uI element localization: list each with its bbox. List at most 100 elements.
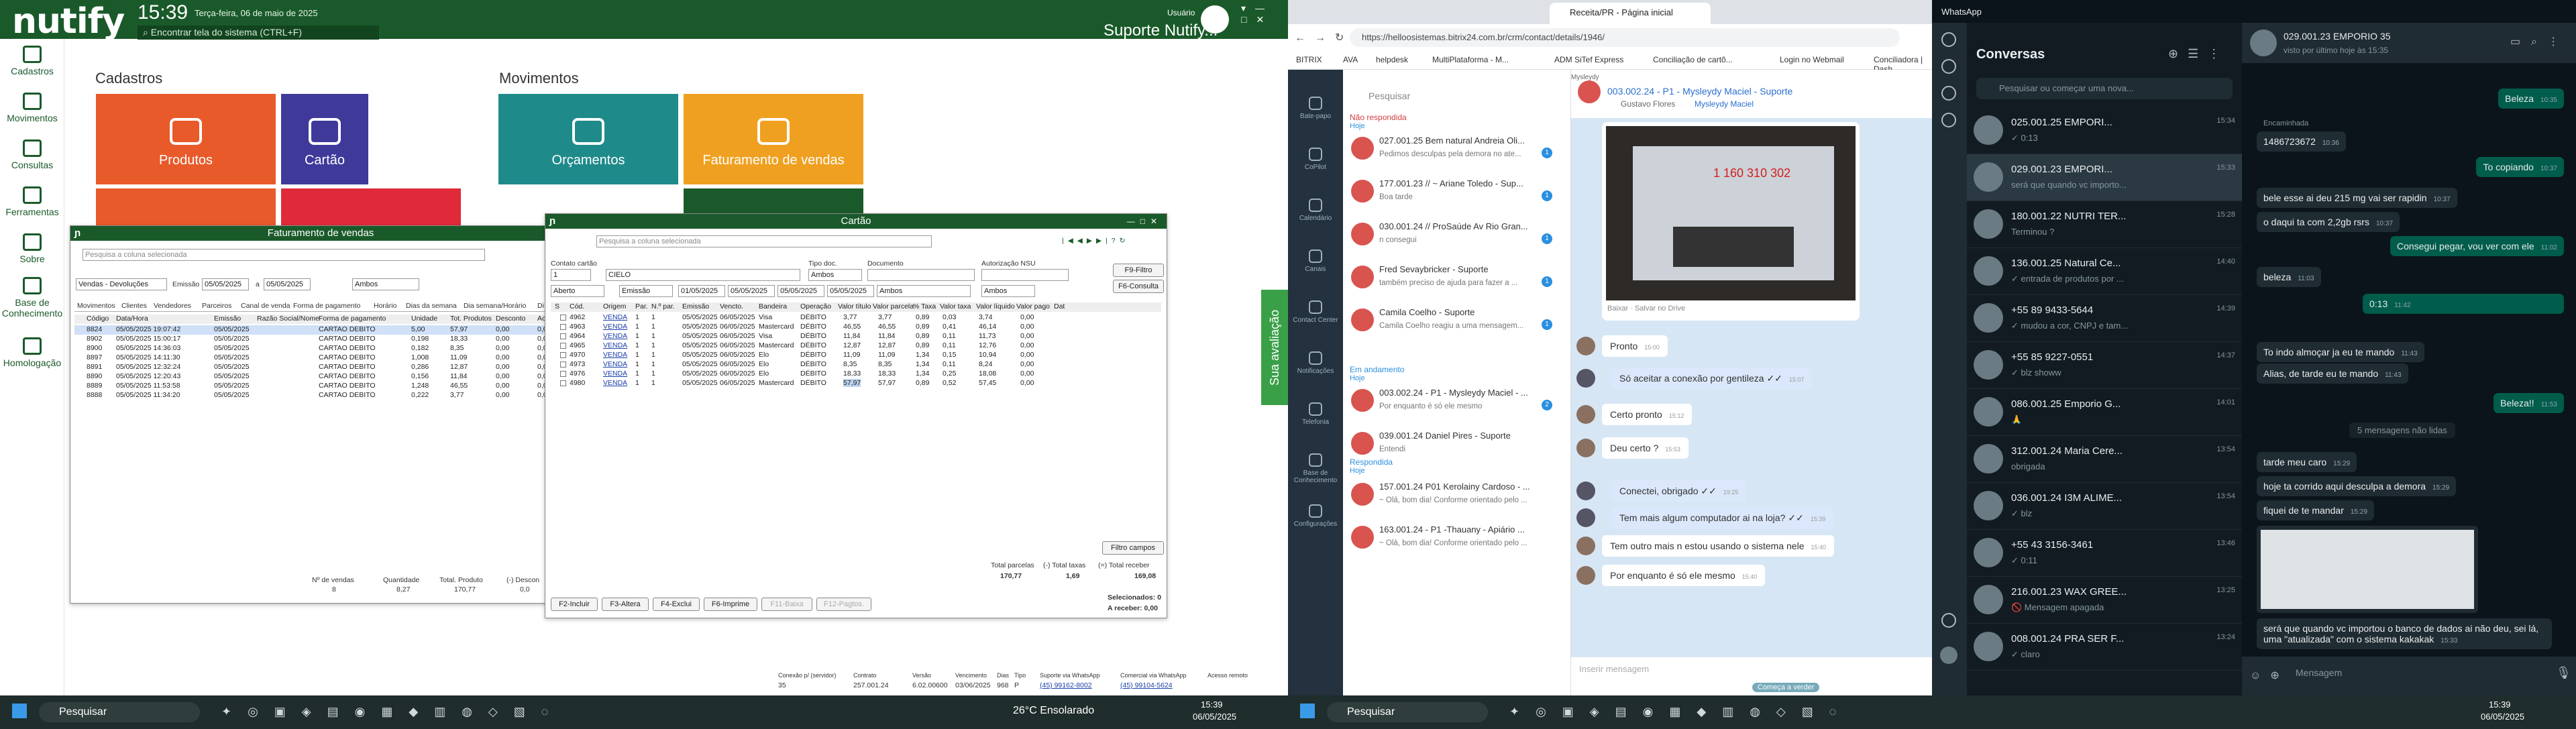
tab-forma-pagto[interactable]: Forma de pagamento	[293, 302, 360, 310]
table-row[interactable]: 4970 VENDA 1 1 05/05/2025 06/05/2025 Elo DÉBITO…	[551, 351, 1161, 360]
pinned-apps[interactable]: ✦◎▣◈▤◉▦◆▥◍◇▧◌	[1509, 705, 1979, 720]
col-header[interactable]: Valor pago	[1016, 302, 1050, 311]
imprime-button[interactable]: F6-Imprime	[704, 598, 757, 611]
tile-faturamento[interactable]: Faturamento de vendas	[684, 94, 863, 184]
table-row[interactable]: 4964 VENDA 1 1 05/05/2025 06/05/2025 Visa DÉBIT…	[551, 332, 1161, 341]
consulta-button[interactable]: F6-Consulta	[1113, 280, 1164, 293]
table-row[interactable]: 4962 VENDA 1 1 05/05/2025 06/05/2025 Visa DÉBIT…	[551, 313, 1161, 323]
window-controls[interactable]: ▾—□✕	[1241, 3, 1288, 25]
col-header[interactable]: Valor título	[838, 302, 871, 311]
taskbar-search[interactable]: Pesquisar	[39, 702, 200, 722]
nav-movimentos[interactable]: Movimentos	[0, 93, 64, 123]
table-row[interactable]: 8891 05/05/2025 12:32:24 05/05/2025 CARTAO …	[74, 363, 571, 372]
chat-message[interactable]: tarde meu caro 15:29	[2257, 452, 2357, 472]
bitrix-nav-item[interactable]: CoPilot	[1288, 148, 1343, 171]
mic-icon[interactable]: 🎙	[2556, 666, 2571, 680]
start-icon[interactable]	[12, 704, 27, 718]
row-checkbox[interactable]	[560, 380, 566, 386]
chat-message[interactable]: 0:13 11:42	[2363, 294, 2564, 314]
image-actions[interactable]: Baixar · Salvar no Drive	[1607, 304, 1685, 313]
row-checkbox[interactable]	[560, 343, 566, 349]
table-row[interactable]: 8890 05/05/2025 12:20:43 05/05/2025 CARTAO …	[74, 372, 571, 382]
nav-cadastros[interactable]: Cadastros	[0, 46, 64, 76]
filtro-campos-button[interactable]: Filtro campos	[1102, 541, 1164, 555]
row-checkbox[interactable]	[560, 361, 566, 368]
nav-buttons[interactable]: ←→↻	[1295, 31, 1353, 44]
bookmark-item[interactable]: Conciliação de cartõ...	[1653, 55, 1733, 64]
col-header[interactable]: N.º par.	[651, 302, 675, 311]
chat-message[interactable]: Conectei, obrigado ✓✓ 19:25	[1576, 480, 1747, 502]
message-input[interactable]: Inserir mensagem	[1579, 664, 1649, 674]
chat-message[interactable]: Só aceitar a conexão por gentileza ✓✓ 15:…	[1576, 368, 1813, 390]
comercial-link[interactable]: (45) 99104-5624	[1120, 681, 1173, 689]
filtro-button[interactable]: F9-Filtro	[1113, 264, 1164, 277]
nav-base-conhecimento[interactable]: Base de Conhecimento	[0, 277, 64, 319]
bookmark-item[interactable]: ADM SiTef Express	[1554, 55, 1623, 64]
bookmark-item[interactable]: AVA	[1343, 55, 1358, 64]
date-to[interactable]: 05/05/2025	[264, 278, 311, 290]
communities-icon[interactable]	[1941, 113, 1956, 127]
chat-list-item[interactable]: 008.001.24 PRA SER F... ✓ claro 13:24	[1967, 624, 2242, 671]
suporte-link[interactable]: (45) 99162-8002	[1040, 681, 1092, 689]
documento-input[interactable]	[867, 269, 975, 281]
chat-list-item[interactable]: 025.001.25 EMPORI... ✓ 0:13 15:34	[1967, 107, 2242, 154]
search-input[interactable]: Pesquisa a coluna selecionada	[596, 235, 932, 247]
aberto-select[interactable]: Aberto	[551, 285, 604, 297]
tab-dia-horario[interactable]: Dia semana/Horário	[464, 302, 526, 310]
table-row[interactable]: 4973 VENDA 1 1 05/05/2025 06/05/2025 Elo DÉBITO…	[551, 360, 1161, 370]
message-input[interactable]: Mensagem	[2296, 667, 2342, 678]
chat-message[interactable]: Beleza 10:35	[2498, 89, 2564, 109]
acesso-remoto[interactable]: Acesso remoto	[1208, 672, 1248, 679]
chat-list-item[interactable]: Camila Coelho - Suporte Camila Coelho rea…	[1343, 302, 1558, 345]
weather[interactable]: 26°C Ensolarado	[1013, 705, 1094, 717]
chat-list-item[interactable]: 312.001.24 Maria Cere... obrigada 13:54	[1967, 436, 2242, 483]
nav-arrows[interactable]: |◀◀▶▶|?↻	[1062, 237, 1129, 245]
chat-list-item[interactable]: 027.001.25 Bem natural Andreia Oli... Ped…	[1343, 130, 1558, 173]
incluir-button[interactable]: F2-Incluir	[551, 598, 598, 611]
nav-consultas[interactable]: Consultas	[0, 139, 64, 170]
emoji-attach-icons[interactable]: ☺⊕	[2250, 669, 2289, 682]
bookmark-item[interactable]: Login no Webmail	[1780, 55, 1844, 64]
start-icon[interactable]	[1300, 704, 1315, 718]
emissao-select[interactable]: Emissão	[619, 285, 673, 297]
photo[interactable]: 1 160 310 302	[1606, 126, 1856, 300]
chat-message[interactable]: será que quando vc importou o banco de d…	[2257, 618, 2552, 649]
bitrix-nav-item[interactable]: Base de Conhecimento	[1288, 453, 1343, 484]
pinned-apps[interactable]: ✦◎▣◈▤◉▦◆▥◍◇▧◌	[221, 705, 691, 720]
chat-list-item[interactable]: Fred Sevaybricker - Suporte também precis…	[1343, 259, 1558, 302]
type-select[interactable]: Vendas - Devoluções	[76, 278, 167, 290]
bitrix-nav-item[interactable]: Contact Center	[1288, 300, 1343, 324]
chat-message[interactable]: To copiando 10:37	[2476, 157, 2564, 177]
date-3[interactable]: 05/05/2025	[777, 285, 824, 297]
contato-name[interactable]: CIELO	[606, 269, 800, 281]
tipo-doc-select[interactable]: Ambos	[808, 269, 862, 281]
chat-message[interactable]: Deu certo ? 15:53	[1576, 437, 1688, 459]
bitrix-nav-item[interactable]: Telefonia	[1288, 402, 1343, 426]
tab-clientes[interactable]: Clientes	[121, 302, 147, 310]
table-row[interactable]: 4965 VENDA 1 1 05/05/2025 06/05/2025 Mastercar…	[551, 341, 1161, 351]
browser-tab[interactable]: Receita/PR - Página inicial	[1550, 3, 1711, 24]
col-header[interactable]: Código	[87, 315, 109, 323]
col-header[interactable]: Tot. Produtos	[450, 315, 492, 323]
bookmark-item[interactable]: MultiPlataforma - M...	[1432, 55, 1509, 64]
channels-icon[interactable]	[1941, 86, 1956, 101]
chat-message[interactable]: Beleza!! 11:53	[2493, 393, 2564, 413]
chat-list-item[interactable]: 157.001.24 P01 Kerolainy Cardoso - ... ~ …	[1343, 476, 1558, 519]
col-header[interactable]: Emissão	[682, 302, 709, 311]
chat-message[interactable]: Encaminhada	[2257, 119, 2315, 127]
col-header[interactable]: Operação	[800, 302, 831, 311]
taskbar-search[interactable]: Pesquisar	[1327, 702, 1488, 722]
header-actions[interactable]: ▭⌕⋮	[2510, 35, 2569, 48]
chat-message[interactable]: To indo almoçar ja eu te mando 11:43	[2257, 342, 2424, 362]
col-header[interactable]: Valor parcela	[873, 302, 914, 311]
col-header[interactable]: Unidade	[411, 315, 437, 323]
col-header[interactable]: S	[555, 302, 559, 311]
col-header[interactable]: Desconto	[496, 315, 525, 323]
nsu-input[interactable]	[981, 269, 1069, 281]
chat-message[interactable]: Tem mais algum computador ai na loja? ✓✓…	[1576, 507, 1834, 529]
tab-movimentos[interactable]: Movimentos	[77, 302, 115, 310]
sua-avaliacao-tab[interactable]: Sua avaliação	[1261, 290, 1288, 405]
ambos-select[interactable]: Ambos	[352, 278, 419, 290]
chat-message[interactable]: hoje ta corrido aqui desculpa a demora 15…	[2257, 476, 2457, 496]
chat-title[interactable]: 003.002.24 - P1 - Mysleydy Maciel - Supo…	[1607, 86, 1792, 97]
